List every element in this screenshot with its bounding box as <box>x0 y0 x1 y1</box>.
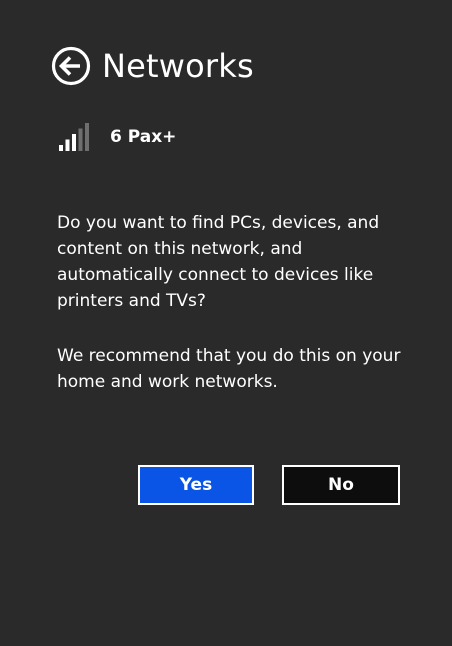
discovery-question: Do you want to find PCs, devices, and co… <box>57 213 380 311</box>
signal-bar <box>85 123 89 151</box>
page-title: Networks <box>102 47 254 85</box>
back-button[interactable] <box>51 46 91 86</box>
signal-bar <box>59 145 63 151</box>
yes-button[interactable]: Yes <box>138 465 254 505</box>
networks-panel: Networks 6 Pax+ Do you want to find PCs,… <box>0 0 452 646</box>
back-arrow-circle-icon <box>51 46 91 86</box>
signal-bar <box>78 128 83 151</box>
network-name: 6 Pax+ <box>110 127 177 147</box>
no-button[interactable]: No <box>282 465 400 505</box>
wifi-signal-bars-icon <box>58 122 92 152</box>
recommendation-text: We recommend that you do this on your ho… <box>57 346 401 392</box>
network-item: 6 Pax+ <box>58 122 176 152</box>
signal-bar <box>72 134 76 151</box>
signal-bar <box>65 139 70 151</box>
header: Networks <box>51 44 254 88</box>
